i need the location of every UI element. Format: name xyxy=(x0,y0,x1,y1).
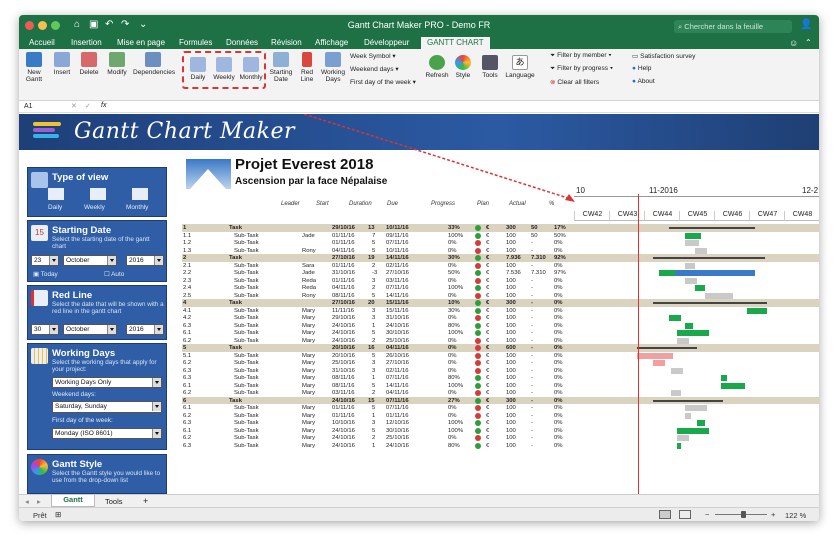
language-label: Language xyxy=(505,72,535,79)
title-bar: ⌂ ▣ ↶ ↷ ⌄ Gantt Chart Maker PRO - Demo F… xyxy=(19,15,819,37)
help-button[interactable]: ● Help xyxy=(632,65,651,72)
add-user-icon[interactable]: 👤 xyxy=(800,19,812,30)
modify-icon xyxy=(109,52,125,67)
zoom-level: 122 % xyxy=(785,511,807,520)
first-day-label: First day of the week xyxy=(350,79,411,86)
sheet-tabs: ◂ ▸ Gantt Tools + xyxy=(19,494,819,507)
style-button[interactable]: Style xyxy=(452,55,474,79)
dependencies-button[interactable]: Dependencies xyxy=(133,52,176,76)
excel-window: ⌂ ▣ ↶ ↷ ⌄ Gantt Chart Maker PRO - Demo F… xyxy=(19,15,819,521)
insert-label: Insert xyxy=(53,69,71,76)
filter-progress-label: Filter by progress xyxy=(557,65,609,72)
delete-label: Delete xyxy=(79,69,99,76)
insert-button[interactable]: Insert xyxy=(50,52,74,76)
red-line-label: Red Line xyxy=(300,69,314,83)
clock-icon xyxy=(273,52,289,67)
filter-progress-menu[interactable]: ⏷ Filter by progress ▾ xyxy=(550,65,613,73)
insert-icon xyxy=(54,52,70,67)
add-sheet-button[interactable]: + xyxy=(143,496,148,506)
working-days-icon xyxy=(325,52,341,67)
flag-icon xyxy=(302,52,312,67)
page-layout-icon[interactable] xyxy=(679,510,691,519)
satisfaction-label: Satisfaction survey xyxy=(640,53,696,60)
tab-revision[interactable]: Révision xyxy=(271,38,302,47)
clear-filters-button[interactable]: ⊗ Clear all filters xyxy=(550,78,599,86)
zoom-out-icon[interactable]: − xyxy=(705,510,709,519)
sheet-tab-tools[interactable]: Tools xyxy=(105,497,123,506)
clear-filters-label: Clear all filters xyxy=(557,79,600,86)
tab-gantt-chart[interactable]: GANTT CHART xyxy=(421,37,490,49)
arrow-head xyxy=(565,194,575,202)
tab-mise-en-page[interactable]: Mise en page xyxy=(117,38,165,47)
week-symbol-label: Week Symbol xyxy=(350,53,391,60)
name-box[interactable]: A1 xyxy=(24,103,33,110)
red-line-button[interactable]: Red Line xyxy=(297,52,317,83)
first-day-menu[interactable]: First day of the week ▾ xyxy=(350,78,416,86)
tab-accueil[interactable]: Accueil xyxy=(29,38,55,47)
zoom-in-icon[interactable]: + xyxy=(771,510,775,519)
collapse-ribbon-icon[interactable]: ⌃ xyxy=(805,38,812,47)
status-ready: Prêt xyxy=(33,511,47,520)
macro-record-icon[interactable]: ⊞ xyxy=(55,510,61,519)
modify-label: Modify xyxy=(107,69,127,76)
formula-bar: A1 ✕ ✓ fx xyxy=(19,101,819,113)
weekend-days-menu[interactable]: Weekend days ▾ xyxy=(350,65,399,73)
filter-member-menu[interactable]: ⏷ Filter by member ▾ xyxy=(550,52,612,60)
highlight-annotation xyxy=(182,51,266,89)
refresh-label: Refresh xyxy=(425,72,449,79)
status-bar: Prêt ⊞ − + 122 % xyxy=(19,507,819,521)
search-input[interactable]: ⌕ Chercher dans la feuille xyxy=(674,20,792,33)
delete-button[interactable]: Delete xyxy=(77,52,101,76)
smiley-icon[interactable]: ☺ xyxy=(789,38,798,48)
satisfaction-survey-button[interactable]: ▭ Satisfaction survey xyxy=(632,52,695,60)
tab-affichage[interactable]: Affichage xyxy=(315,38,348,47)
function-icon[interactable]: fx xyxy=(101,102,106,109)
new-gantt-icon xyxy=(26,52,42,67)
tab-developpeur[interactable]: Développeur xyxy=(364,38,409,47)
modify-button[interactable]: Modify xyxy=(104,52,130,76)
toolbox-icon xyxy=(482,55,498,70)
ribbon-tabs: Accueil Insertion Mise en page Formules … xyxy=(19,37,819,49)
normal-view-icon[interactable] xyxy=(659,510,671,519)
prev-sheet-icon[interactable]: ◂ xyxy=(25,497,29,506)
refresh-icon xyxy=(429,55,445,70)
weekend-days-label: Weekend days xyxy=(350,66,394,73)
week-symbol-menu[interactable]: Week Symbol ▾ xyxy=(350,52,396,60)
annotation-arrow xyxy=(301,114,575,202)
cancel-formula-icon[interactable]: ✕ xyxy=(71,102,77,110)
style-label: Style xyxy=(455,72,471,79)
formula-input[interactable] xyxy=(119,102,799,112)
about-button[interactable]: ● About xyxy=(632,78,655,85)
next-sheet-icon[interactable]: ▸ xyxy=(37,497,41,506)
tab-insertion[interactable]: Insertion xyxy=(71,38,102,47)
new-gantt-button[interactable]: New Gantt xyxy=(21,52,47,83)
about-label: About xyxy=(637,78,655,85)
new-gantt-label: New Gantt xyxy=(25,69,43,83)
working-days-button[interactable]: Working Days xyxy=(320,52,346,83)
refresh-button[interactable]: Refresh xyxy=(424,55,450,79)
help-label: Help xyxy=(637,65,652,72)
palette-icon xyxy=(455,55,471,70)
tab-donnees[interactable]: Données xyxy=(226,38,258,47)
sheet-tab-gantt[interactable]: Gantt xyxy=(51,495,95,507)
zoom-slider-handle[interactable] xyxy=(741,511,746,518)
language-button[interactable]: あ Language xyxy=(505,55,535,79)
worksheet: Gantt Chart Maker Type of view Daily Wee… xyxy=(19,114,819,494)
starting-date-button[interactable]: Starting Date xyxy=(268,52,294,83)
starting-date-label: Starting Date xyxy=(269,69,293,83)
chat-icon: ▭ xyxy=(632,53,641,60)
language-icon: あ xyxy=(512,55,528,70)
search-placeholder: Chercher dans la feuille xyxy=(684,22,764,31)
filter-member-label: Filter by member xyxy=(557,52,607,59)
working-days-label: Working Days xyxy=(320,69,346,83)
arrow-line xyxy=(301,114,572,200)
tab-formules[interactable]: Formules xyxy=(179,38,212,47)
ribbon: New Gantt Insert Delete Modify Dependenc… xyxy=(19,49,819,101)
dependencies-label: Dependencies xyxy=(133,69,176,76)
delete-icon xyxy=(81,52,97,67)
confirm-formula-icon[interactable]: ✓ xyxy=(85,102,91,110)
tools-button[interactable]: Tools xyxy=(479,55,501,79)
tools-label: Tools xyxy=(482,72,498,79)
dependencies-icon xyxy=(145,52,161,67)
